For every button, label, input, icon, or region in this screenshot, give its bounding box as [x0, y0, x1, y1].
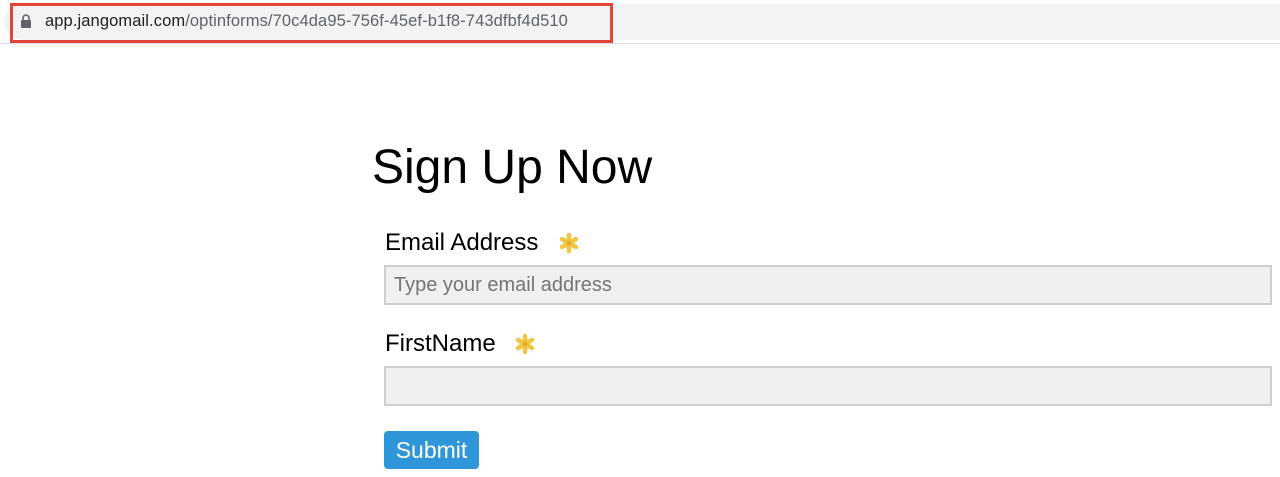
url-path: /optinforms/70c4da95-756f-45ef-b1f8-743d… [185, 12, 568, 30]
email-address-label: Email Address [385, 229, 539, 256]
email-address-input[interactable] [384, 265, 1272, 305]
browser-address-bar: app.jangomail.com/optinforms/70c4da95-75… [0, 0, 1280, 44]
url-text[interactable]: app.jangomail.com/optinforms/70c4da95-75… [45, 11, 568, 31]
first-name-input[interactable] [384, 366, 1272, 406]
page-title: Sign Up Now [372, 141, 653, 194]
asterisk-icon [559, 232, 579, 254]
lock-icon[interactable] [20, 14, 32, 28]
asterisk-icon [515, 333, 535, 355]
url-domain: app.jangomail.com [45, 12, 186, 30]
first-name-label: FirstName [385, 330, 496, 357]
submit-button[interactable]: Submit [384, 431, 479, 469]
